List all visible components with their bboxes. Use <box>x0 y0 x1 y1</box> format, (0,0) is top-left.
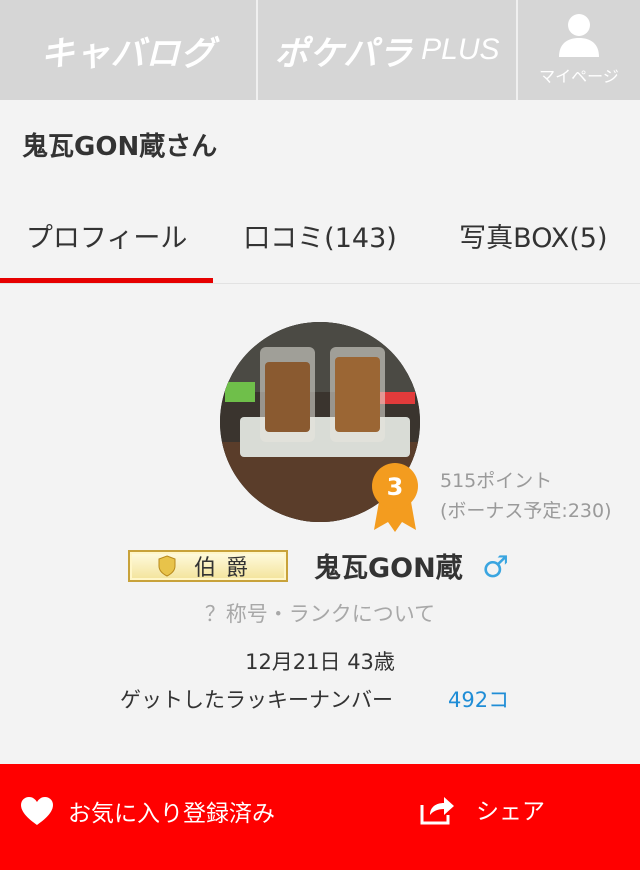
lucky-number-count-link[interactable]: 492コ <box>448 684 509 714</box>
tab-reviews[interactable]: 口コミ(143) <box>213 188 426 283</box>
page-title: 鬼瓦GON蔵さん <box>22 131 218 162</box>
tab-photo-box[interactable]: 写真BOX(5) <box>427 188 640 283</box>
shield-icon <box>158 555 176 577</box>
rank-medal-icon: 3 <box>372 463 418 532</box>
birthday-age: 12月21日 43歳 <box>245 650 395 674</box>
points-value: 515ポイント <box>440 470 553 492</box>
favorite-button[interactable]: お気に入り登録済み <box>20 794 275 828</box>
top-nav: キャバログ ポケパラ PLUS マイページ <box>0 0 640 100</box>
share-button[interactable]: シェア <box>420 792 545 826</box>
title-badge: 伯爵 <box>128 550 288 582</box>
profile-tabs: プロフィール 口コミ(143) 写真BOX(5) <box>0 188 640 284</box>
pokepara-plus-logo-link[interactable]: ポケパラ PLUS <box>258 0 518 100</box>
plus-logo-suffix: PLUS <box>421 33 500 66</box>
male-icon: ♂ <box>482 550 509 585</box>
mypage-button[interactable]: マイページ <box>518 0 640 100</box>
title-rank-help-link[interactable]: ？称号・ランクについて <box>0 598 640 628</box>
tab-profile[interactable]: プロフィール <box>0 188 214 283</box>
cabalog-logo-link[interactable]: キャバログ <box>0 0 258 100</box>
person-icon <box>559 14 599 57</box>
pokepara-logo: ポケパラ <box>274 33 414 74</box>
share-label: シェア <box>476 799 545 825</box>
rank-number: 3 <box>387 473 404 501</box>
favorite-label: お気に入り登録済み <box>68 801 275 827</box>
page-header: 鬼瓦GON蔵さん <box>0 100 640 188</box>
points-info: 515ポイント (ボーナス予定:230) <box>440 466 612 526</box>
heart-icon <box>21 797 53 825</box>
mypage-label: マイページ <box>539 67 619 86</box>
user-nickname: 鬼瓦GON蔵 <box>314 553 463 584</box>
lucky-number-label: ゲットしたラッキーナンバー <box>120 688 393 712</box>
title-badge-text: 伯爵 <box>193 556 258 581</box>
share-icon <box>420 797 454 825</box>
bottom-action-bar: お気に入り登録済み シェア <box>0 764 640 870</box>
bonus-points: (ボーナス予定:230) <box>440 500 612 522</box>
cabalog-logo: キャバログ <box>40 33 216 74</box>
